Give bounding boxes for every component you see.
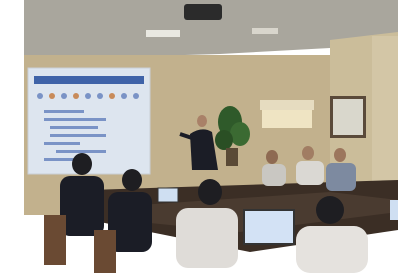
ceiling-projector — [184, 4, 222, 20]
meeting-room-photo — [0, 0, 419, 273]
chair — [94, 230, 116, 273]
attendee-back-row — [262, 146, 356, 191]
chair — [44, 215, 66, 265]
wall-lamp — [260, 100, 314, 110]
ceiling-light — [146, 30, 180, 37]
photo-content — [24, 0, 398, 273]
ceiling-light — [252, 28, 278, 34]
slide-header — [34, 76, 144, 84]
wall-lamp-glow — [262, 110, 312, 128]
